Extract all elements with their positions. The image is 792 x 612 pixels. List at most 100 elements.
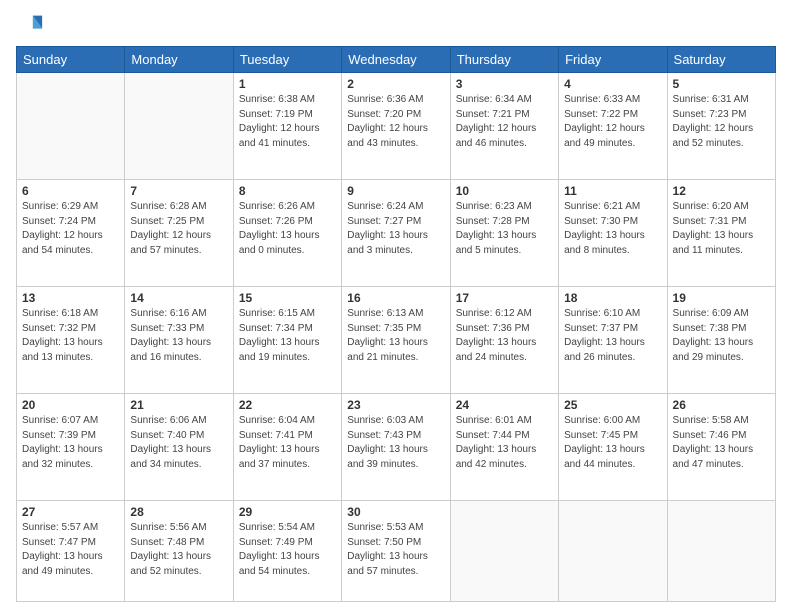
day-info: Sunrise: 6:18 AM Sunset: 7:32 PM Dayligh… [22,307,119,365]
calendar-day-header: Friday [559,47,667,73]
day-info: Sunrise: 5:57 AM Sunset: 7:47 PM Dayligh… [22,521,119,579]
day-number: 21 [130,398,227,412]
calendar-cell [667,501,775,602]
day-number: 29 [239,505,336,519]
day-info: Sunrise: 6:28 AM Sunset: 7:25 PM Dayligh… [130,200,227,258]
day-info: Sunrise: 6:03 AM Sunset: 7:43 PM Dayligh… [347,414,444,472]
calendar-cell: 2 Sunrise: 6:36 AM Sunset: 7:20 PM Daylig… [342,73,450,180]
calendar-cell: 30 Sunrise: 5:53 AM Sunset: 7:50 PM Dayli… [342,501,450,602]
calendar-week-row: 13 Sunrise: 6:18 AM Sunset: 7:32 PM Dayli… [17,287,776,394]
calendar-cell: 10 Sunrise: 6:23 AM Sunset: 7:28 PM Dayli… [450,180,558,287]
day-number: 27 [22,505,119,519]
calendar-cell: 29Sunrise: 5:54 AM Sunset: 7:49 PM Dayli… [233,501,341,602]
calendar-week-row: 20 Sunrise: 6:07 AM Sunset: 7:39 PM Dayli… [17,394,776,501]
day-number: 3 [456,77,553,91]
calendar-cell: 19Sunrise: 6:09 AM Sunset: 7:38 PM Dayli… [667,287,775,394]
calendar-day-header: Tuesday [233,47,341,73]
calendar-week-row: 6 Sunrise: 6:29 AM Sunset: 7:24 PM Daylig… [17,180,776,287]
day-info: Sunrise: 6:06 AM Sunset: 7:40 PM Dayligh… [130,414,227,472]
day-info: Sunrise: 6:04 AM Sunset: 7:41 PM Dayligh… [239,414,336,472]
calendar-header-row: SundayMondayTuesdayWednesdayThursdayFrid… [17,47,776,73]
day-info: Sunrise: 6:24 AM Sunset: 7:27 PM Dayligh… [347,200,444,258]
day-info: Sunrise: 6:36 AM Sunset: 7:20 PM Dayligh… [347,93,444,151]
day-number: 6 [22,184,119,198]
calendar-cell: 12 Sunrise: 6:20 AM Sunset: 7:31 PM Dayli… [667,180,775,287]
page: SundayMondayTuesdayWednesdayThursdayFrid… [0,0,792,612]
day-info: Sunrise: 6:10 AM Sunset: 7:37 PM Dayligh… [564,307,661,365]
day-number: 17 [456,291,553,305]
day-info: Sunrise: 6:20 AM Sunset: 7:31 PM Dayligh… [673,200,770,258]
calendar-day-header: Sunday [17,47,125,73]
day-number: 16 [347,291,444,305]
calendar-cell [17,73,125,180]
day-info: Sunrise: 5:56 AM Sunset: 7:48 PM Dayligh… [130,521,227,579]
calendar-cell: 27 Sunrise: 5:57 AM Sunset: 7:47 PM Dayli… [17,501,125,602]
calendar-table: SundayMondayTuesdayWednesdayThursdayFrid… [16,46,776,602]
calendar-cell: 13 Sunrise: 6:18 AM Sunset: 7:32 PM Dayli… [17,287,125,394]
calendar-cell: 20 Sunrise: 6:07 AM Sunset: 7:39 PM Dayli… [17,394,125,501]
day-number: 8 [239,184,336,198]
calendar-day-header: Wednesday [342,47,450,73]
day-info: Sunrise: 6:38 AM Sunset: 7:19 PM Dayligh… [239,93,336,151]
day-number: 20 [22,398,119,412]
calendar-cell: 25 Sunrise: 6:00 AM Sunset: 7:45 PM Dayli… [559,394,667,501]
day-info: Sunrise: 6:16 AM Sunset: 7:33 PM Dayligh… [130,307,227,365]
calendar-cell [559,501,667,602]
header [16,10,776,38]
day-number: 26 [673,398,770,412]
calendar-cell: 24 Sunrise: 6:01 AM Sunset: 7:44 PM Dayli… [450,394,558,501]
calendar-cell: 15Sunrise: 6:15 AM Sunset: 7:34 PM Dayli… [233,287,341,394]
calendar-week-row: 1Sunrise: 6:38 AM Sunset: 7:19 PM Daylig… [17,73,776,180]
calendar-cell: 28 Sunrise: 5:56 AM Sunset: 7:48 PM Dayli… [125,501,233,602]
calendar-week-row: 27 Sunrise: 5:57 AM Sunset: 7:47 PM Dayli… [17,501,776,602]
day-number: 18 [564,291,661,305]
day-info: Sunrise: 6:26 AM Sunset: 7:26 PM Dayligh… [239,200,336,258]
day-info: Sunrise: 6:21 AM Sunset: 7:30 PM Dayligh… [564,200,661,258]
day-info: Sunrise: 6:07 AM Sunset: 7:39 PM Dayligh… [22,414,119,472]
day-number: 30 [347,505,444,519]
calendar-cell: 14Sunrise: 6:16 AM Sunset: 7:33 PM Dayli… [125,287,233,394]
calendar-cell: 5 Sunrise: 6:31 AM Sunset: 7:23 PM Daylig… [667,73,775,180]
calendar-cell: 17 Sunrise: 6:12 AM Sunset: 7:36 PM Dayli… [450,287,558,394]
day-number: 24 [456,398,553,412]
calendar-cell: 18 Sunrise: 6:10 AM Sunset: 7:37 PM Dayli… [559,287,667,394]
calendar-cell: 16 Sunrise: 6:13 AM Sunset: 7:35 PM Dayli… [342,287,450,394]
day-number: 4 [564,77,661,91]
logo-icon [16,10,44,38]
day-info: Sunrise: 6:33 AM Sunset: 7:22 PM Dayligh… [564,93,661,151]
day-number: 28 [130,505,227,519]
day-info: Sunrise: 6:00 AM Sunset: 7:45 PM Dayligh… [564,414,661,472]
logo [16,10,48,38]
calendar-day-header: Thursday [450,47,558,73]
day-number: 5 [673,77,770,91]
day-number: 25 [564,398,661,412]
calendar-cell: 6 Sunrise: 6:29 AM Sunset: 7:24 PM Daylig… [17,180,125,287]
day-number: 11 [564,184,661,198]
calendar-cell: 1Sunrise: 6:38 AM Sunset: 7:19 PM Daylig… [233,73,341,180]
day-number: 22 [239,398,336,412]
day-info: Sunrise: 6:13 AM Sunset: 7:35 PM Dayligh… [347,307,444,365]
day-number: 12 [673,184,770,198]
day-info: Sunrise: 6:23 AM Sunset: 7:28 PM Dayligh… [456,200,553,258]
day-number: 23 [347,398,444,412]
calendar-cell: 7 Sunrise: 6:28 AM Sunset: 7:25 PM Daylig… [125,180,233,287]
calendar-cell: 3 Sunrise: 6:34 AM Sunset: 7:21 PM Daylig… [450,73,558,180]
day-number: 2 [347,77,444,91]
day-info: Sunrise: 6:31 AM Sunset: 7:23 PM Dayligh… [673,93,770,151]
day-number: 10 [456,184,553,198]
calendar-cell: 4 Sunrise: 6:33 AM Sunset: 7:22 PM Daylig… [559,73,667,180]
day-info: Sunrise: 5:53 AM Sunset: 7:50 PM Dayligh… [347,521,444,579]
day-info: Sunrise: 6:12 AM Sunset: 7:36 PM Dayligh… [456,307,553,365]
day-info: Sunrise: 6:29 AM Sunset: 7:24 PM Dayligh… [22,200,119,258]
day-info: Sunrise: 6:34 AM Sunset: 7:21 PM Dayligh… [456,93,553,151]
calendar-cell: 22 Sunrise: 6:04 AM Sunset: 7:41 PM Dayli… [233,394,341,501]
day-number: 15 [239,291,336,305]
day-number: 9 [347,184,444,198]
calendar-cell: 8 Sunrise: 6:26 AM Sunset: 7:26 PM Daylig… [233,180,341,287]
day-info: Sunrise: 6:09 AM Sunset: 7:38 PM Dayligh… [673,307,770,365]
day-number: 13 [22,291,119,305]
day-number: 7 [130,184,227,198]
calendar-day-header: Saturday [667,47,775,73]
calendar-cell [450,501,558,602]
day-info: Sunrise: 6:01 AM Sunset: 7:44 PM Dayligh… [456,414,553,472]
